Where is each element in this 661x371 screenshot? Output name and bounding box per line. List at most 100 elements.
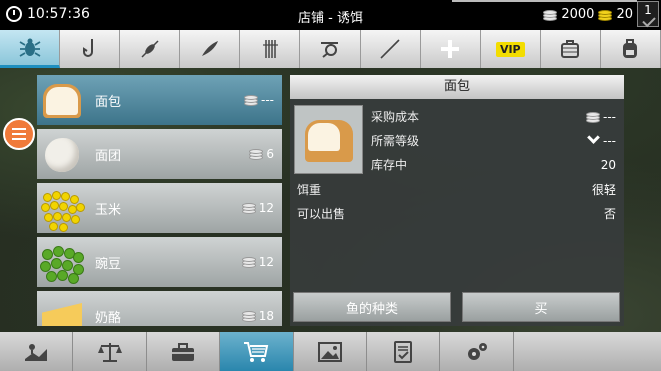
picture-icon [317, 341, 342, 362]
level-label: 所需等级 [371, 134, 420, 148]
nav-gallery[interactable] [294, 332, 367, 371]
tab-extras[interactable] [421, 30, 481, 68]
detail-image [294, 105, 363, 174]
weight-row: 饵重 很轻 [297, 181, 624, 198]
nav-map[interactable] [0, 332, 74, 371]
reel-icon [321, 42, 339, 58]
silver-coin-icon [543, 9, 558, 21]
gears-icon [467, 342, 487, 360]
lure-icon [201, 41, 218, 56]
bug-icon [19, 38, 41, 57]
list-item-bread[interactable]: 面包 --- [37, 75, 282, 125]
weight-label: 饵重 [297, 183, 322, 197]
buy-button[interactable]: 买 [462, 292, 620, 322]
cost-row: 采购成本 --- [371, 108, 624, 125]
side-menu-button[interactable] [3, 118, 35, 150]
cheese-icon [37, 291, 87, 326]
toolbox-icon [171, 342, 194, 361]
hook-icon [82, 39, 93, 57]
tab-rods[interactable] [361, 30, 421, 68]
backpack-icon [623, 39, 638, 58]
tab-lures[interactable] [180, 30, 241, 68]
plus-icon [441, 40, 460, 58]
dough-icon [37, 129, 87, 179]
checklist-icon [394, 340, 413, 363]
item-list: 面包 --- 面团 6 玉米 12 豌豆 12 奶酪 18 [37, 75, 282, 326]
item-name: 面团 [95, 148, 122, 164]
item-name: 奶酪 [95, 310, 122, 326]
nav-toolbox[interactable] [147, 332, 221, 371]
rank-chevron-icon [587, 131, 600, 144]
item-name: 豌豆 [95, 256, 122, 272]
tab-backpacks[interactable] [601, 30, 661, 68]
gold-coin-icon [598, 9, 613, 21]
list-item-cheese[interactable]: 奶酪 18 [37, 291, 282, 326]
silver-coin-icon [241, 310, 256, 322]
sellable-label: 可以出售 [297, 207, 346, 221]
item-price: 6 [249, 147, 274, 161]
tab-floats[interactable] [120, 30, 181, 68]
tab-vip[interactable]: VIP [481, 30, 541, 68]
list-item-dough[interactable]: 面团 6 [37, 129, 282, 179]
item-detail-panel: 面包 采购成本 --- 所需等级 --- 库存中 20 饵重 很轻 可以出售 否… [290, 75, 624, 326]
bread-icon [37, 75, 87, 125]
bottom-nav [0, 332, 661, 371]
sellable-row: 可以出售 否 [297, 205, 624, 222]
tab-lines[interactable] [240, 30, 301, 68]
category-tabs: VIP [0, 30, 661, 68]
silver-coin-icon [241, 202, 256, 214]
item-price-value: --- [261, 93, 274, 107]
nav-quests[interactable] [367, 332, 441, 371]
bread-icon [305, 120, 353, 162]
nav-shop[interactable] [220, 332, 294, 371]
cost-value: --- [586, 110, 616, 124]
corn-icon [37, 183, 87, 233]
level-badge[interactable]: 1 [637, 1, 659, 27]
item-price-value: 12 [258, 201, 274, 215]
status-bar: 10:57:36 店铺 - 诱饵 2000 20 1 [0, 0, 661, 30]
item-price: 12 [241, 201, 274, 215]
tab-baits[interactable] [0, 30, 61, 68]
scales-icon [97, 342, 122, 362]
hamburger-icon [12, 128, 26, 130]
item-name: 玉米 [95, 202, 122, 218]
item-price-value: 6 [266, 147, 274, 161]
nav-settings[interactable] [440, 332, 514, 371]
rod-icon [380, 39, 400, 59]
item-price: 18 [241, 309, 274, 323]
silver-amount: 2000 [561, 7, 595, 22]
bag-icon [561, 40, 580, 58]
level-number: 1 [644, 3, 652, 17]
list-item-peas[interactable]: 豌豆 12 [37, 237, 282, 287]
stock-row: 库存中 20 [371, 156, 624, 173]
item-price: 12 [241, 255, 274, 269]
level-value-text: --- [603, 133, 616, 148]
tab-hooks[interactable] [60, 30, 121, 68]
silver-coin-icon [249, 148, 264, 160]
silver-coin-icon [244, 94, 258, 106]
peas-icon [37, 237, 87, 287]
weight-value: 很轻 [591, 183, 616, 197]
map-icon [25, 343, 48, 361]
currency-display: 2000 20 [543, 7, 633, 22]
list-item-corn[interactable]: 玉米 12 [37, 183, 282, 233]
cost-value-text: --- [603, 109, 616, 124]
stock-value: 20 [600, 157, 616, 172]
fish-species-button[interactable]: 鱼的种类 [293, 292, 451, 322]
top-divider [452, 0, 637, 2]
nav-scales[interactable] [73, 332, 147, 371]
cost-label: 采购成本 [371, 110, 420, 124]
sellable-value: 否 [603, 207, 616, 221]
tab-reels[interactable] [300, 30, 361, 68]
vip-icon: VIP [495, 41, 525, 57]
item-price-value: 18 [258, 309, 274, 323]
item-price: --- [244, 93, 274, 107]
tab-bags[interactable] [541, 30, 601, 68]
stock-label: 库存中 [371, 158, 408, 172]
detail-title: 面包 [290, 75, 624, 99]
line-icon [262, 40, 278, 58]
item-price-value: 12 [258, 255, 274, 269]
silver-coin-icon [586, 111, 600, 123]
gold-amount: 20 [616, 7, 633, 22]
